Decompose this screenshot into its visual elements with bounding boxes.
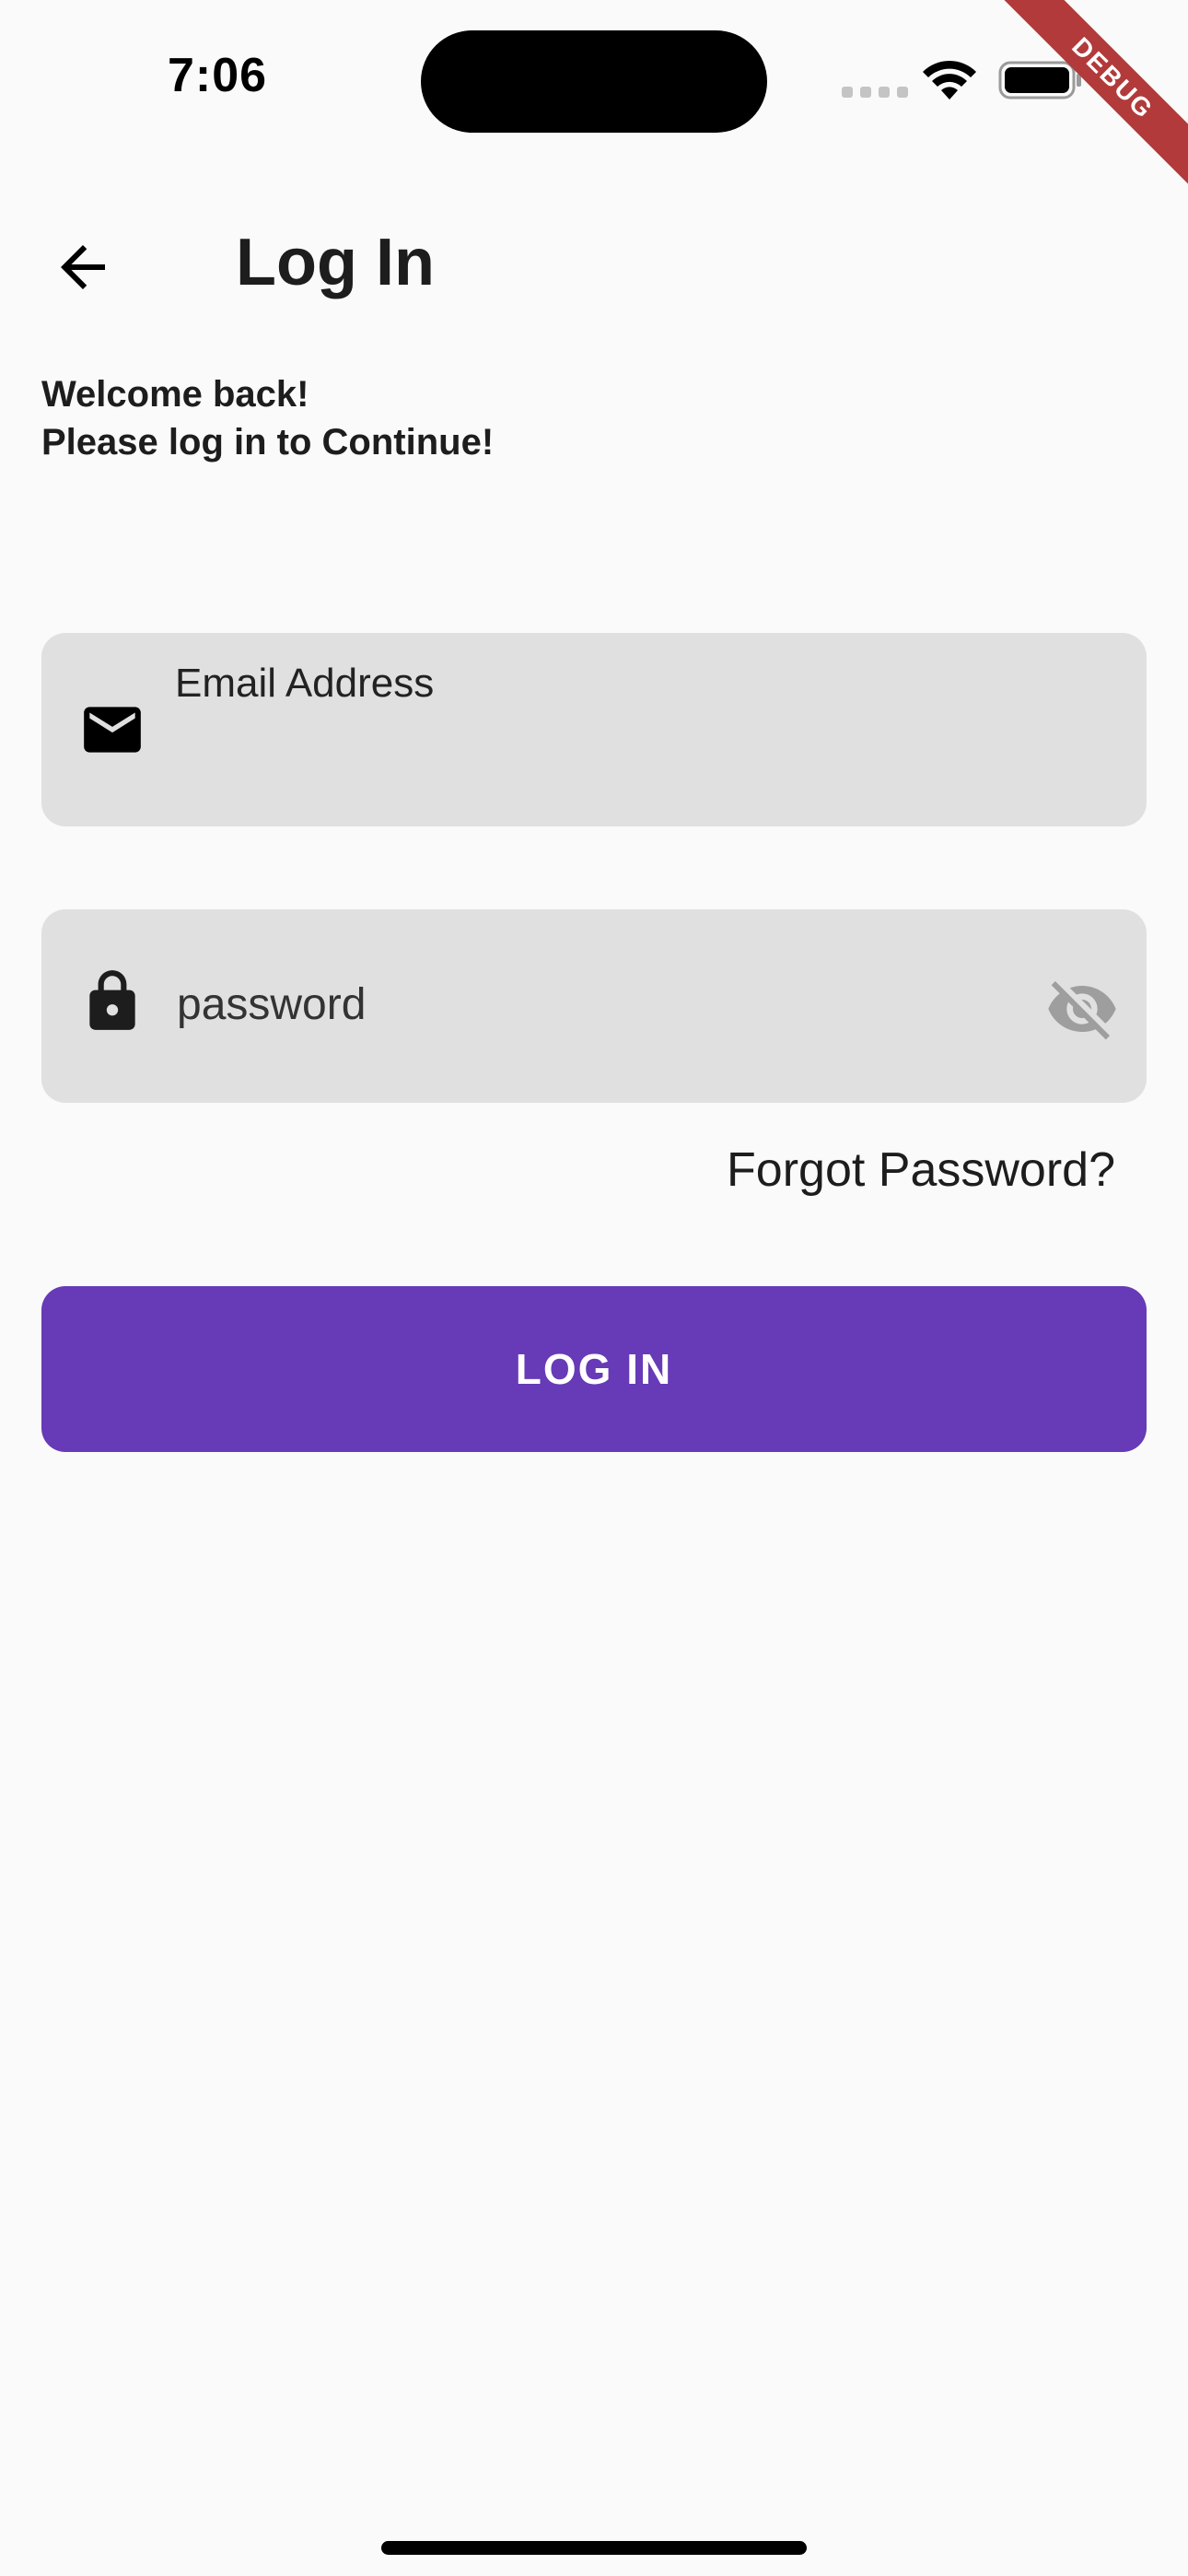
welcome-line-2: Please log in to Continue! <box>41 422 495 463</box>
email-input[interactable] <box>175 723 1096 788</box>
debug-banner: DEBUG <box>967 0 1188 224</box>
email-field[interactable]: Email Address <box>41 633 1147 826</box>
password-input[interactable] <box>175 972 1041 1036</box>
forgot-password-link[interactable]: Forgot Password? <box>727 1142 1115 1198</box>
visibility-off-icon[interactable] <box>1045 972 1119 1046</box>
home-indicator <box>381 2541 807 2555</box>
dynamic-island <box>421 30 767 133</box>
arrow-back-icon <box>61 245 105 289</box>
back-button[interactable] <box>37 221 129 313</box>
login-button[interactable]: LOG IN <box>41 1286 1147 1452</box>
cellular-signal-icon <box>842 87 908 98</box>
status-time: 7:06 <box>168 49 268 102</box>
password-field[interactable] <box>41 909 1147 1103</box>
wifi-icon <box>923 60 976 100</box>
email-field-label: Email Address <box>175 661 435 706</box>
login-screen: 7:06 DEBUG Log In Welcome back! Please l… <box>0 0 1188 2576</box>
welcome-line-1: Welcome back! <box>41 374 309 415</box>
welcome-message: Welcome back! Please log in to Continue! <box>41 370 494 466</box>
page-title: Log In <box>236 226 435 299</box>
lock-icon <box>89 970 135 1030</box>
mail-icon <box>84 707 141 753</box>
